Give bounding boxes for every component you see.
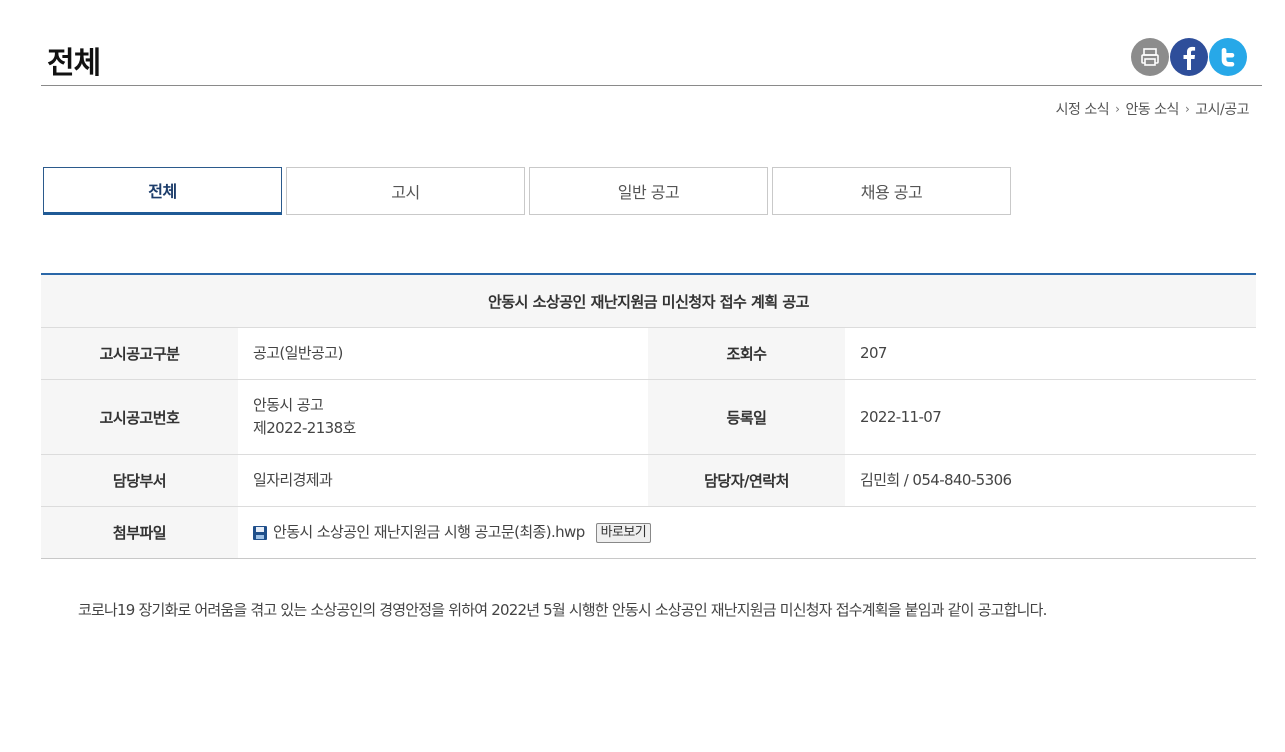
category-tabs: 전체 고시 일반 공고 채용 공고 [43,167,1015,215]
notice-number-line2: 제2022-2138호 [253,419,356,437]
page-title: 전체 [47,46,101,81]
breadcrumb: 시정 소식 › 안동 소식 › 고시/공고 [1056,99,1250,119]
breadcrumb-item-andong-news[interactable]: 안동 소식 [1125,99,1179,119]
breadcrumb-item-news[interactable]: 시정 소식 [1056,99,1110,119]
department-value: 일자리경제과 [253,471,333,489]
twitter-icon[interactable] [1209,38,1247,76]
floppy-disk-icon [253,525,267,540]
date-label: 등록일 [648,380,845,454]
table-row: 담당부서 일자리경제과 담당자/연락처 김민희 / 054-840-5306 [41,455,1256,507]
category-label: 고시공고구분 [41,328,238,379]
notice-body: 코로나19 장기화로 어려움을 겪고 있는 소상공인의 경영안정을 위하여 20… [78,601,1047,619]
notice-title: 안동시 소상공인 재난지원금 미신청자 접수 계획 공고 [41,275,1256,328]
views-label: 조회수 [648,328,845,379]
table-row: 고시공고구분 공고(일반공고) 조회수 207 [41,328,1256,380]
tab-general-notice[interactable]: 일반 공고 [529,167,768,215]
tab-all[interactable]: 전체 [43,167,282,215]
category-value: 공고(일반공고) [253,344,343,362]
tab-announcement[interactable]: 고시 [286,167,525,215]
notice-number-line1: 안동시 공고 [253,396,324,414]
title-divider [41,85,1262,86]
contact-value: 김민희 / 054-840-5306 [860,471,1012,489]
attachment-label: 첨부파일 [41,507,238,558]
department-label: 담당부서 [41,455,238,506]
attachment-file-link[interactable]: 안동시 소상공인 재난지원금 시행 공고문(최종).hwp [273,521,585,544]
facebook-icon[interactable] [1170,38,1208,76]
share-icons [1131,38,1247,76]
views-value: 207 [860,344,887,362]
notice-number-value: 안동시 공고 제2022-2138호 [238,380,648,454]
breadcrumb-item-notice[interactable]: 고시/공고 [1195,99,1249,119]
notice-number-label: 고시공고번호 [41,380,238,454]
contact-label: 담당자/연락처 [648,455,845,506]
chevron-right-icon: › [1115,102,1120,116]
table-row: 고시공고번호 안동시 공고 제2022-2138호 등록일 2022-11-07 [41,380,1256,455]
chevron-right-icon: › [1184,102,1190,116]
preview-button[interactable]: 바로보기 [595,522,652,543]
print-icon[interactable] [1131,38,1169,76]
tab-recruitment-notice[interactable]: 채용 공고 [772,167,1011,215]
table-row: 첨부파일 안동시 소상공인 재난지원금 시행 공고문(최종).hwp 바로보기 [41,507,1256,559]
attachment-cell: 안동시 소상공인 재난지원금 시행 공고문(최종).hwp 바로보기 [238,507,1256,558]
notice-detail-table: 안동시 소상공인 재난지원금 미신청자 접수 계획 공고 고시공고구분 공고(일… [41,273,1256,559]
date-value: 2022-11-07 [860,407,942,426]
